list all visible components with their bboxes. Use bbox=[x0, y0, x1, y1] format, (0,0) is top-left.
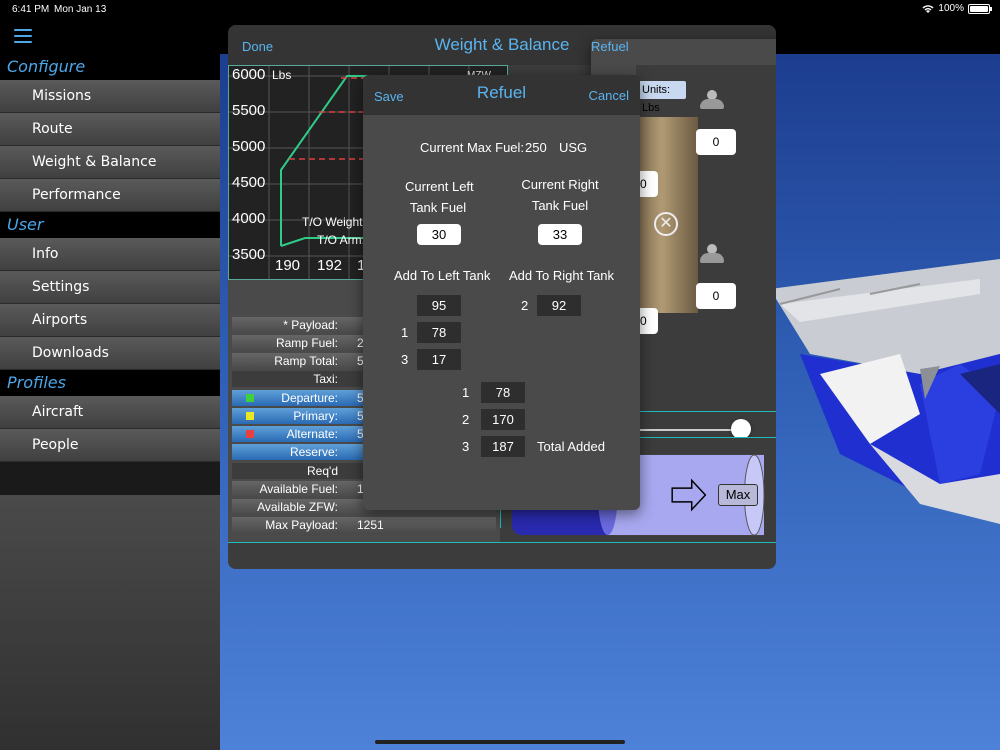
refuel-header: Save Refuel Cancel bbox=[363, 75, 640, 115]
seat-weight-bottom-left[interactable]: 0 bbox=[638, 308, 658, 334]
x-tick-label: 190 bbox=[275, 257, 301, 274]
max-fuel-value: 250 bbox=[525, 140, 547, 155]
slider-thumb[interactable] bbox=[731, 419, 751, 439]
primary-color-swatch bbox=[246, 412, 254, 420]
status-date: Mon Jan 13 bbox=[54, 4, 107, 15]
row-label: Max Payload: bbox=[265, 518, 338, 532]
cancel-button[interactable]: Cancel bbox=[589, 88, 629, 103]
seat-weight-top-right[interactable]: 0 bbox=[696, 129, 736, 155]
right-tank-fuel-field[interactable]: 33 bbox=[538, 224, 582, 245]
total-added-option[interactable]: 187 bbox=[481, 436, 525, 457]
left-tank-fuel-field[interactable]: 30 bbox=[417, 224, 461, 245]
row-label: * Payload: bbox=[283, 318, 338, 332]
add-right-label: Add To Right Tank bbox=[509, 268, 615, 283]
units-selector[interactable]: Units: Lbs bbox=[638, 81, 686, 114]
max-fuel-button[interactable]: Max bbox=[718, 484, 758, 506]
total-added-option[interactable]: 170 bbox=[481, 409, 525, 430]
section-user: User bbox=[0, 212, 220, 238]
row-label: Primary: bbox=[293, 409, 338, 423]
nav-item-missions[interactable]: Missions bbox=[0, 80, 220, 113]
row-label: Taxi: bbox=[313, 372, 338, 386]
departure-color-swatch bbox=[246, 394, 254, 402]
battery-icon bbox=[968, 3, 992, 14]
section-configure: Configure bbox=[0, 54, 220, 80]
refuel-dialog: Save Refuel Cancel Current Max Fuel: 250… bbox=[363, 75, 640, 510]
row-label: Available ZFW: bbox=[257, 500, 338, 514]
status-bar: 6:41 PM Mon Jan 13 100% bbox=[0, 0, 1000, 18]
row-label: Departure: bbox=[281, 391, 338, 405]
y-tick-label: 4000 bbox=[232, 210, 266, 227]
person-icon bbox=[698, 90, 726, 112]
add-left-option[interactable]: 17 bbox=[417, 349, 461, 370]
total-option-number: 2 bbox=[462, 412, 470, 427]
hamburger-menu-icon[interactable] bbox=[14, 29, 32, 43]
status-time: 6:41 PM bbox=[12, 4, 50, 15]
y-tick-label: 4500 bbox=[232, 174, 266, 191]
sidebar: Configure Missions Route Weight & Balanc… bbox=[0, 18, 220, 750]
home-indicator bbox=[375, 740, 625, 744]
status-right: 100% bbox=[922, 3, 992, 14]
row-label: Ramp Total: bbox=[274, 354, 338, 368]
y-tick-label: 3500 bbox=[232, 246, 266, 263]
max-fuel-unit: USG bbox=[559, 140, 588, 155]
current-right-label-2: Tank Fuel bbox=[531, 198, 589, 213]
y-tick-label: 6000 bbox=[232, 66, 266, 83]
nav-item-settings[interactable]: Settings bbox=[0, 271, 220, 304]
current-left-label: Current Left bbox=[405, 179, 474, 194]
to-arm-label: T/O Arm: bbox=[317, 233, 365, 247]
row-label: Alternate: bbox=[286, 427, 338, 441]
add-left-label: Add To Left Tank bbox=[394, 268, 491, 283]
section-profiles: Profiles bbox=[0, 370, 220, 396]
max-fuel-label: Current Max Fuel: bbox=[420, 140, 525, 155]
seat-weight-mid-left[interactable]: 0 bbox=[638, 171, 658, 197]
nav-item-airports[interactable]: Airports bbox=[0, 304, 220, 337]
y-unit-label: Lbs bbox=[272, 68, 292, 82]
row-label: Req'd bbox=[307, 464, 338, 478]
total-option-number: 1 bbox=[462, 385, 470, 400]
nav-item-weight-balance[interactable]: Weight & Balance bbox=[0, 146, 220, 179]
row-value: 1251 bbox=[357, 518, 384, 532]
close-circle-icon[interactable]: ✕ bbox=[654, 212, 678, 236]
y-tick-label: 5000 bbox=[232, 138, 266, 155]
nav-item-info[interactable]: Info bbox=[0, 238, 220, 271]
total-added-label: Total Added bbox=[537, 439, 605, 454]
left-option-number: 1 bbox=[401, 325, 409, 340]
sidebar-empty-area bbox=[0, 495, 220, 750]
right-option-number: 2 bbox=[521, 298, 529, 313]
wb-header: Done Weight & Balance Refuel bbox=[228, 25, 776, 474]
add-left-option[interactable]: 95 bbox=[417, 295, 461, 316]
x-tick-label: 192 bbox=[317, 257, 343, 274]
current-right-label: Current Right bbox=[521, 177, 599, 192]
total-added-option[interactable]: 78 bbox=[481, 382, 525, 403]
to-weight-label: T/O Weight: bbox=[302, 215, 366, 229]
nav-item-people[interactable]: People bbox=[0, 429, 220, 462]
seat-weight-bottom-right[interactable]: 0 bbox=[696, 283, 736, 309]
battery-percent: 100% bbox=[938, 3, 964, 14]
nav-item-aircraft[interactable]: Aircraft bbox=[0, 396, 220, 429]
wifi-icon bbox=[922, 4, 934, 13]
total-option-number: 3 bbox=[462, 439, 470, 454]
max-payload-row: Max Payload: 1251 bbox=[232, 517, 496, 533]
current-left-label-2: Tank Fuel bbox=[409, 200, 467, 215]
wb-footer bbox=[228, 542, 776, 569]
nav-item-route[interactable]: Route bbox=[0, 113, 220, 146]
add-left-option[interactable]: 78 bbox=[417, 322, 461, 343]
person-icon bbox=[698, 244, 726, 266]
sidebar-topbar bbox=[0, 18, 220, 54]
row-label: Ramp Fuel: bbox=[275, 336, 338, 350]
add-right-option[interactable]: 92 bbox=[537, 295, 581, 316]
y-tick-label: 5500 bbox=[232, 102, 266, 119]
row-label: Available Fuel: bbox=[259, 482, 339, 496]
alternate-color-swatch bbox=[246, 430, 254, 438]
nav-item-downloads[interactable]: Downloads bbox=[0, 337, 220, 370]
left-option-number: 3 bbox=[401, 352, 409, 367]
row-label: Reserve: bbox=[289, 445, 338, 459]
nav-item-performance[interactable]: Performance bbox=[0, 179, 220, 212]
